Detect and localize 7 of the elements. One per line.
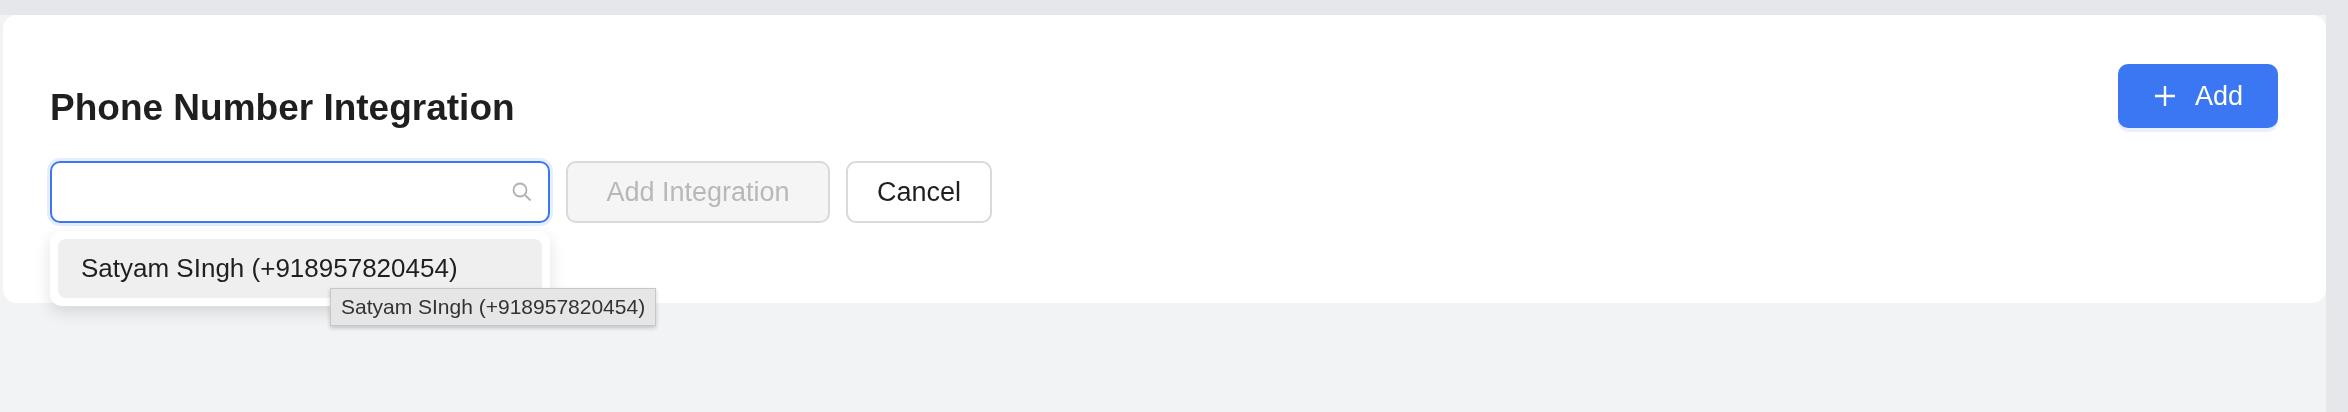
plus-icon [2152,84,2177,108]
dropdown-option[interactable]: Satyam SIngh (+918957820454) [58,239,542,298]
page-title: Phone Number Integration [50,87,515,129]
search-field[interactable] [50,161,550,223]
cancel-button[interactable]: Cancel [846,161,993,223]
search-icon [510,180,534,204]
tooltip: Satyam SIngh (+918957820454) [330,288,657,326]
